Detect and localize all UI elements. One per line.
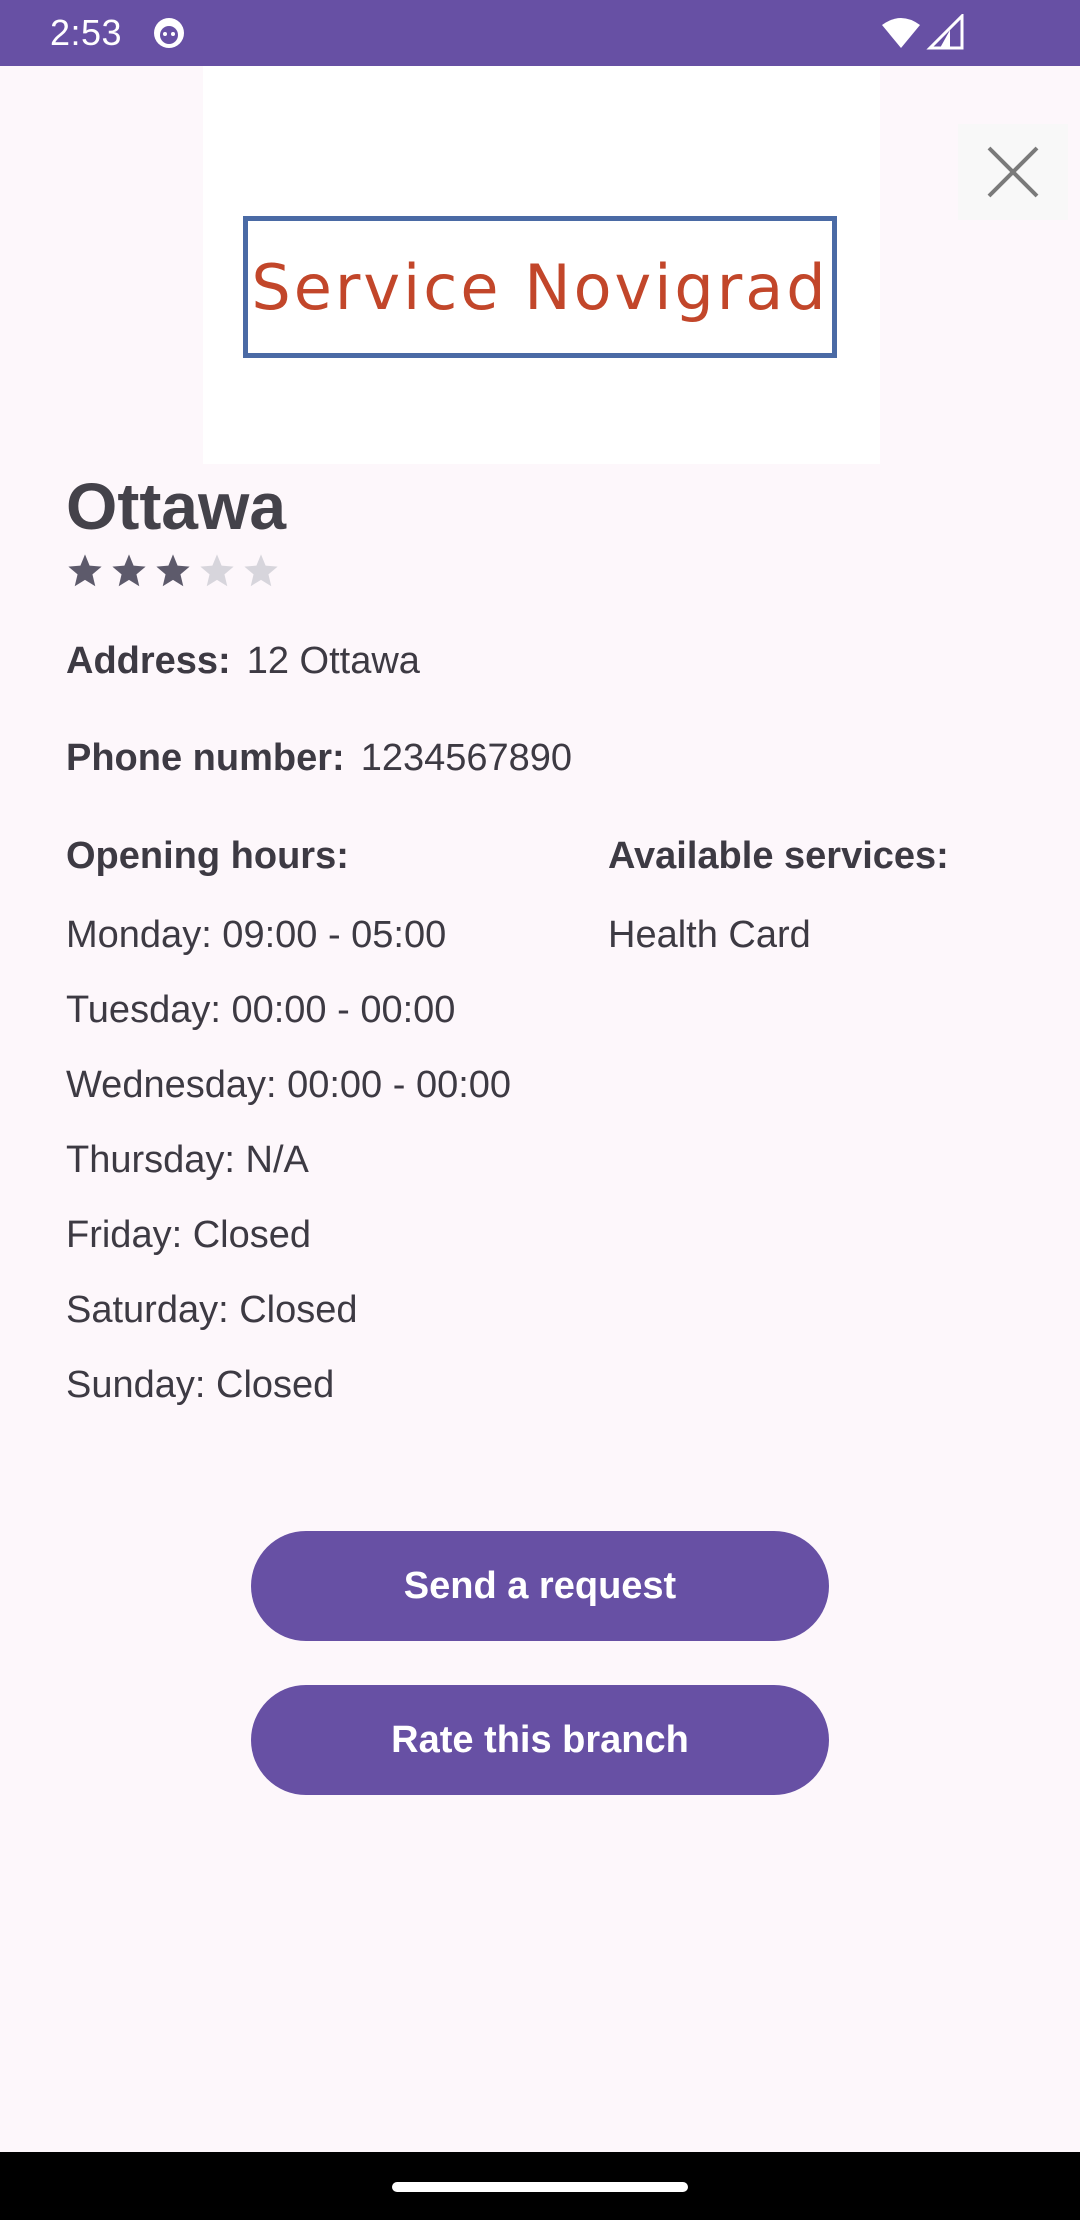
services-heading: Available services: — [608, 835, 949, 877]
hours-wednesday: Wednesday: 00:00 - 00:00 — [66, 1064, 512, 1106]
star-filled-icon — [112, 554, 146, 587]
opening-hours-heading: Opening hours: — [66, 835, 349, 877]
hours-tuesday: Tuesday: 00:00 - 00:00 — [66, 989, 456, 1031]
branch-name: Ottawa — [66, 469, 287, 543]
star-empty-icon — [200, 554, 234, 587]
send-request-button[interactable]: Send a request — [251, 1531, 829, 1641]
status-time: 2:53 — [50, 12, 123, 53]
star-filled-icon — [68, 554, 102, 587]
address-row: Address: 12 Ottawa — [66, 640, 420, 683]
app-notification-icon — [154, 18, 184, 48]
hours-friday: Friday: Closed — [66, 1214, 311, 1256]
star-filled-icon — [156, 554, 190, 587]
phone-row: Phone number: 1234567890 — [66, 737, 572, 780]
opening-hours-list: Monday: 09:00 - 05:00 Tuesday: 00:00 - 0… — [66, 910, 511, 1435]
status-bar: 2:53 — [0, 0, 1080, 66]
wifi-icon — [882, 18, 920, 48]
logo-text: Service Novigrad — [251, 250, 829, 324]
home-gesture-handle[interactable] — [392, 2182, 688, 2192]
rate-branch-button[interactable]: Rate this branch — [251, 1685, 829, 1795]
close-button[interactable] — [958, 124, 1068, 220]
phone-value: 1234567890 — [360, 737, 573, 779]
address-label: Address: — [66, 640, 231, 682]
rating-stars — [66, 552, 280, 590]
hours-thursday: Thursday: N/A — [66, 1139, 309, 1181]
star-empty-icon — [244, 554, 278, 587]
address-value: 12 Ottawa — [246, 640, 420, 682]
phone-label: Phone number: — [66, 737, 345, 779]
hours-monday: Monday: 09:00 - 05:00 — [66, 914, 447, 956]
cellular-signal-icon — [926, 14, 964, 50]
hours-sunday: Sunday: Closed — [66, 1364, 335, 1406]
close-icon — [987, 146, 1039, 198]
hours-saturday: Saturday: Closed — [66, 1289, 358, 1331]
service-novigrad-logo: Service Novigrad — [243, 216, 837, 358]
service-item: Health Card — [608, 914, 811, 956]
services-list: Health Card — [608, 910, 811, 960]
